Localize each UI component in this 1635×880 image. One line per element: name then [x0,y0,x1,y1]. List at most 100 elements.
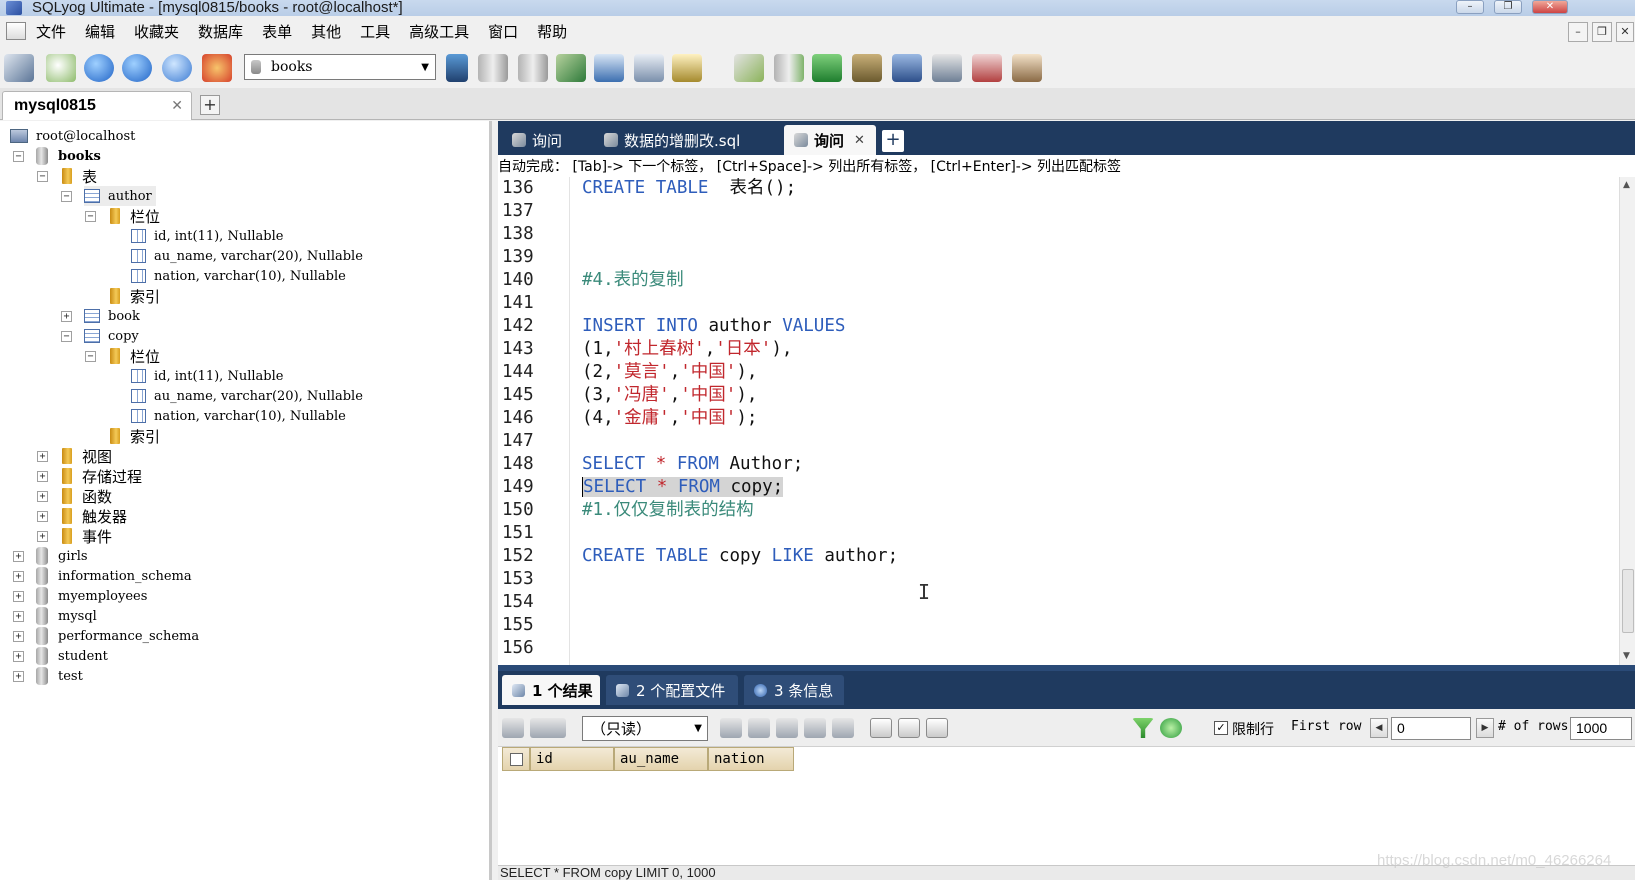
column-header[interactable]: nation [708,747,794,771]
merge-icon[interactable] [812,54,842,82]
editor-scrollbar[interactable]: ▲ ▼ [1619,177,1635,665]
expand-toggle[interactable]: + [37,531,48,542]
scheduler-icon[interactable] [892,54,922,82]
notification-icon[interactable] [932,54,962,82]
row-count-input[interactable]: 1000 [1570,717,1632,740]
new-query-icon[interactable] [46,54,76,82]
menu-edit[interactable]: 编辑 [85,21,115,42]
next-page-icon[interactable]: ▶ [1476,718,1494,738]
menu-help[interactable]: 帮助 [537,21,567,42]
expand-toggle[interactable]: + [13,651,24,662]
tree-table-author[interactable]: author [84,186,156,206]
menu-other[interactable]: 其他 [311,21,341,42]
tree-db-mysql[interactable]: mysql [36,606,97,626]
mdi-restore-button[interactable]: ❐ [1592,22,1612,42]
tab-query-active[interactable]: 询问 ✕ [784,125,876,155]
tree-views-folder[interactable]: 视图 [62,446,112,466]
cancel-icon[interactable] [832,718,854,738]
form-view-icon[interactable] [898,718,920,738]
add-connection-button[interactable]: + [200,95,220,115]
scrollbar-thumb[interactable] [1622,569,1634,633]
tree-table-book[interactable]: book [84,306,140,326]
collapse-toggle[interactable]: − [85,211,96,222]
close-icon[interactable]: ✕ [854,133,865,148]
tab-sql-file[interactable]: 数据的增删改.sql [594,125,780,155]
menu-favorites[interactable]: 收藏夹 [134,21,179,42]
tree-column[interactable]: au_name, varchar(20), Nullable [131,246,363,266]
menu-tools[interactable]: 工具 [360,21,390,42]
new-connection-icon[interactable] [4,54,34,82]
execute-query-icon[interactable] [84,54,114,82]
tree-triggers-folder[interactable]: 触发器 [62,506,127,526]
tree-column[interactable]: id, int(11), Nullable [131,226,283,246]
database-copy-icon[interactable] [774,54,804,82]
grid-view-icon[interactable] [870,718,892,738]
scroll-up-icon[interactable]: ▲ [1623,180,1630,190]
expand-toggle[interactable]: + [13,611,24,622]
menu-advanced-tools[interactable]: 高级工具 [409,21,469,42]
tab-messages[interactable]: 3 条信息 [744,675,844,705]
scroll-down-icon[interactable]: ▼ [1623,651,1630,661]
migration-icon[interactable] [852,54,882,82]
limit-rows-checkbox[interactable]: ✓ [1214,721,1228,735]
expand-toggle[interactable]: + [13,631,24,642]
minimize-button[interactable]: – [1456,0,1484,14]
expand-toggle[interactable]: + [37,511,48,522]
document-menu-icon[interactable] [6,22,26,40]
execute-all-icon[interactable] [122,54,152,82]
save-icon[interactable] [776,718,798,738]
table-data-icon[interactable] [634,54,664,82]
text-view-icon[interactable] [926,718,948,738]
column-header[interactable]: id [530,747,614,771]
tree-columns-folder[interactable]: 栏位 [110,206,160,226]
tree-column[interactable]: au_name, varchar(20), Nullable [131,386,363,406]
expand-toggle[interactable]: + [37,451,48,462]
maximize-button[interactable]: ❐ [1494,0,1522,14]
collapse-toggle[interactable]: − [13,151,24,162]
report-icon[interactable] [972,54,1002,82]
previous-page-icon[interactable]: ◀ [1370,718,1388,738]
schema-designer-icon[interactable] [1012,54,1042,82]
tab-query-1[interactable]: 询问 [502,125,592,155]
expand-toggle[interactable]: + [37,491,48,502]
schema-icon[interactable] [594,54,624,82]
tree-events-folder[interactable]: 事件 [62,526,112,546]
close-icon[interactable]: ✕ [171,98,183,114]
refresh-icon[interactable] [162,54,192,82]
collapse-toggle[interactable]: − [61,191,72,202]
tree-table-copy[interactable]: copy [84,326,139,346]
collapse-toggle[interactable]: − [61,331,72,342]
tree-db-student[interactable]: student [36,646,108,666]
tree-column[interactable]: id, int(11), Nullable [131,366,283,386]
close-button[interactable]: ✕ [1532,0,1568,14]
tree-db-test[interactable]: test [36,666,83,686]
mdi-minimize-button[interactable]: – [1568,22,1588,42]
insert-row-icon[interactable] [720,718,742,738]
tree-db-girls[interactable]: girls [36,546,88,566]
menu-table[interactable]: 表单 [262,21,292,42]
collapse-toggle[interactable]: − [37,171,48,182]
create-database-icon[interactable] [478,54,508,82]
refresh-results-icon[interactable] [1160,718,1182,738]
tree-db-myemployees[interactable]: myemployees [36,586,147,606]
tree-functions-folder[interactable]: 函数 [62,486,112,506]
tree-server[interactable]: root@localhost [10,126,135,146]
data-sync-icon[interactable] [734,54,764,82]
mdi-close-button[interactable]: ✕ [1616,22,1634,42]
export-icon[interactable] [502,718,524,738]
tree-db-books[interactable]: books [36,146,101,166]
tree-column[interactable]: nation, varchar(10), Nullable [131,406,346,426]
expand-toggle[interactable]: + [13,591,24,602]
tree-db-performance-schema[interactable]: performance_schema [36,626,199,646]
expand-toggle[interactable]: + [13,571,24,582]
user-manager-icon[interactable] [446,54,468,82]
menu-database[interactable]: 数据库 [198,21,243,42]
tree-db-information-schema[interactable]: information_schema [36,566,192,586]
first-row-input[interactable]: 0 [1391,717,1471,740]
stop-icon[interactable] [202,54,232,82]
expand-toggle[interactable]: + [37,471,48,482]
tree-columns-folder[interactable]: 栏位 [110,346,160,366]
expand-toggle[interactable]: + [61,311,72,322]
tab-results[interactable]: 1 个结果 [502,675,600,705]
tree-index-folder[interactable]: 索引 [110,286,160,306]
